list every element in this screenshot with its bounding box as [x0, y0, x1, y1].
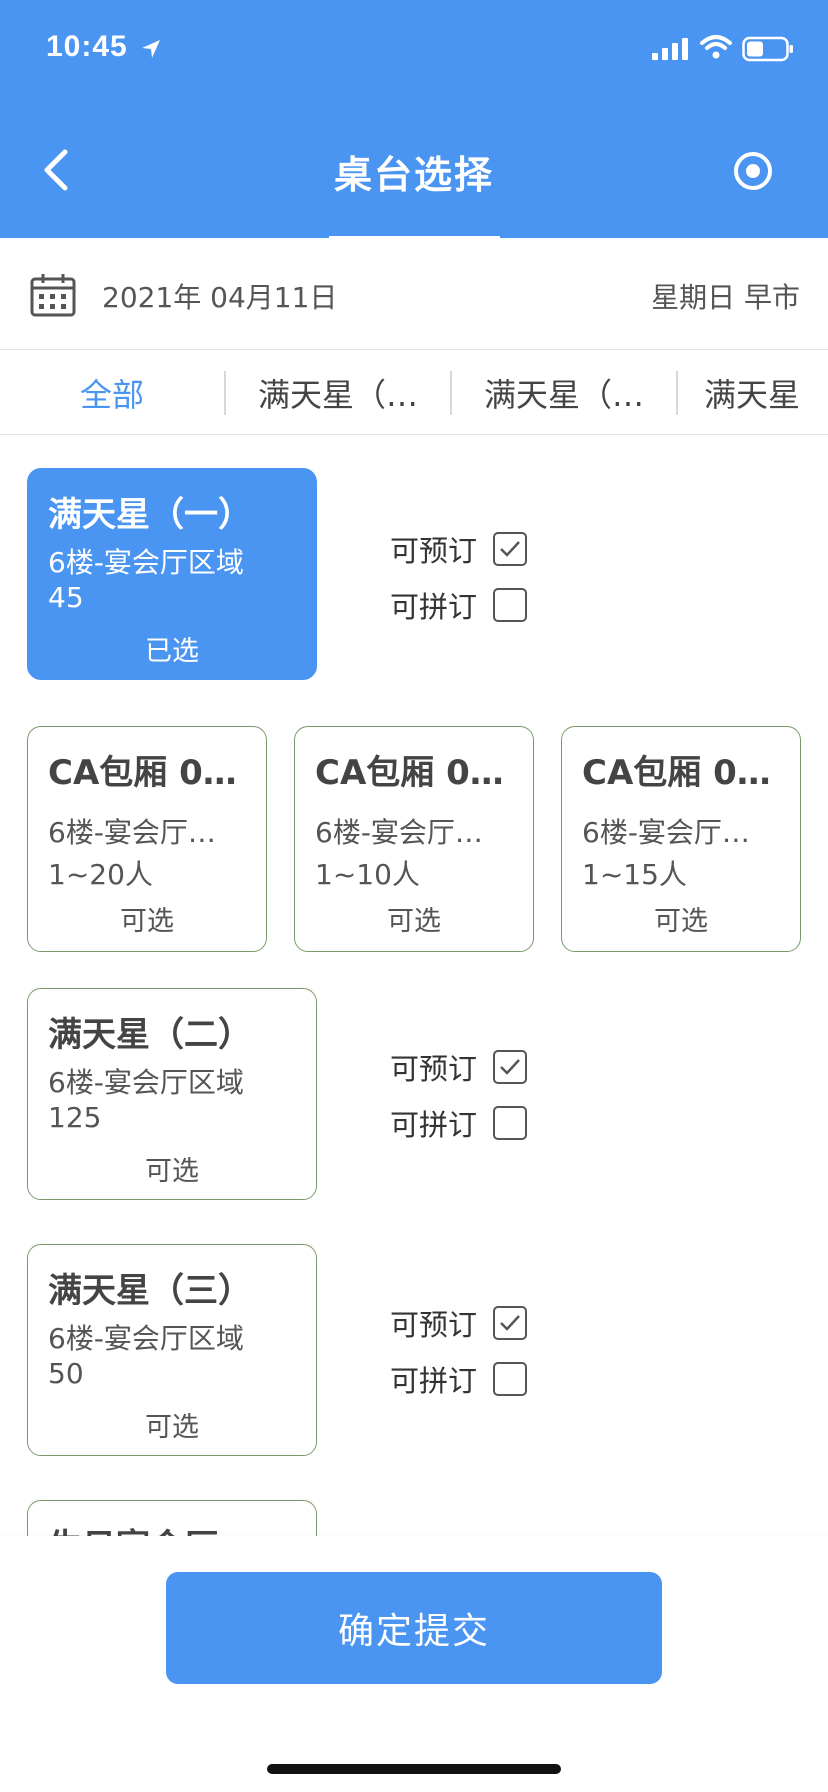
table-state: 可选	[654, 906, 708, 937]
check-icon	[500, 1315, 520, 1331]
table-state: 可选	[145, 1156, 199, 1187]
table-state: 可选	[145, 1412, 199, 1443]
table-name: CA包厢 0…	[582, 753, 771, 793]
table-selection-screen: 10:45 桌台选择 2021年 04月11日 星期日 早市 全部 满天星（… …	[0, 0, 828, 1792]
shareable-checkbox[interactable]	[493, 1362, 528, 1396]
table-area: 6楼-宴会厅…	[582, 816, 750, 849]
check-icon	[500, 541, 520, 557]
battery-icon	[742, 36, 793, 62]
tab-area-3[interactable]: 满天星	[678, 351, 828, 434]
table-card[interactable]: 满天星（二） 6楼-宴会厅区域 125 可选	[27, 988, 317, 1200]
table-area: 6楼-宴会厅区域	[48, 546, 244, 579]
status-time: 10:45	[46, 30, 128, 63]
reservable-option: 可预订	[390, 1302, 528, 1344]
table-capacity: 125	[48, 1101, 102, 1134]
table-card[interactable]: CA包厢 0… 6楼-宴会厅… 1~15人 可选	[561, 726, 801, 952]
reservable-checkbox[interactable]	[493, 532, 528, 566]
table-state: 可选	[387, 906, 441, 937]
date-bar[interactable]: 2021年 04月11日 星期日 早市	[0, 240, 828, 350]
table-card[interactable]: 满天星（一） 6楼-宴会厅区域 45 已选	[27, 468, 317, 680]
tab-area-2[interactable]: 满天星（…	[452, 351, 676, 434]
shareable-label: 可拼订	[390, 590, 478, 624]
table-capacity: 50	[48, 1357, 84, 1390]
table-card[interactable]: 满天星（三） 6楼-宴会厅区域 50 可选	[27, 1244, 317, 1456]
table-state: 已选	[145, 636, 199, 667]
shareable-option: 可拼订	[390, 584, 528, 626]
reservable-label: 可预订	[390, 1052, 478, 1086]
table-name: CA包厢 0…	[315, 753, 504, 793]
table-name: 满天星（一）	[48, 495, 252, 535]
table-list: 满天星（一） 6楼-宴会厅区域 45 已选 可预订 可拼订 CA包厢 0… 6楼…	[0, 436, 828, 1536]
table-name: 满天星（二）	[48, 1015, 252, 1055]
submit-button[interactable]: 确定提交	[166, 1572, 662, 1684]
table-state: 可选	[120, 906, 174, 937]
target-icon[interactable]	[730, 148, 776, 194]
table-name: CA包厢 0…	[48, 753, 237, 793]
table-capacity: 1~20人	[48, 858, 153, 891]
table-capacity: 45	[48, 581, 84, 614]
table-card[interactable]: CA包厢 0… 6楼-宴会厅… 1~20人 可选	[27, 726, 267, 952]
table-card[interactable]: CA包厢 0… 6楼-宴会厅… 1~10人 可选	[294, 726, 534, 952]
table-card[interactable]: 生日宴会厅	[27, 1500, 317, 1536]
reservable-checkbox[interactable]	[493, 1050, 528, 1084]
shareable-checkbox[interactable]	[493, 588, 528, 622]
reservable-option: 可预订	[390, 1046, 528, 1088]
signal-icon	[652, 38, 688, 60]
calendar-icon	[30, 274, 76, 317]
reservable-label: 可预订	[390, 534, 478, 568]
table-area: 6楼-宴会厅区域	[48, 1066, 244, 1099]
check-icon	[500, 1059, 520, 1075]
shareable-option: 可拼订	[390, 1102, 528, 1144]
table-name: 生日宴会厅	[48, 1519, 298, 1536]
selected-date: 2021年 04月11日	[102, 281, 338, 314]
location-arrow-icon	[142, 40, 160, 58]
reservable-checkbox[interactable]	[493, 1306, 528, 1340]
reservable-option: 可预订	[390, 528, 528, 570]
shareable-label: 可拼订	[390, 1364, 478, 1398]
wifi-icon	[700, 35, 732, 59]
tab-area-1[interactable]: 满天星（…	[226, 351, 450, 434]
page-title: 桌台选择	[333, 153, 494, 197]
table-capacity: 1~10人	[315, 858, 420, 891]
table-capacity: 1~15人	[582, 858, 687, 891]
table-area: 6楼-宴会厅区域	[48, 1322, 244, 1355]
area-tabs: 全部 满天星（… 满天星（… 满天星	[0, 351, 828, 435]
home-indicator	[267, 1764, 561, 1774]
table-area: 6楼-宴会厅…	[315, 816, 483, 849]
weekday-session[interactable]: 星期日 早市	[651, 276, 800, 316]
tab-all[interactable]: 全部	[0, 351, 224, 434]
shareable-label: 可拼订	[390, 1108, 478, 1142]
reservable-label: 可预订	[390, 1308, 478, 1342]
table-area: 6楼-宴会厅…	[48, 816, 216, 849]
table-name: 满天星（三）	[48, 1271, 252, 1311]
header: 10:45 桌台选择	[0, 0, 828, 240]
bottom-bar: 确定提交	[0, 1536, 828, 1716]
shareable-option: 可拼订	[390, 1358, 528, 1400]
shareable-checkbox[interactable]	[493, 1106, 528, 1140]
